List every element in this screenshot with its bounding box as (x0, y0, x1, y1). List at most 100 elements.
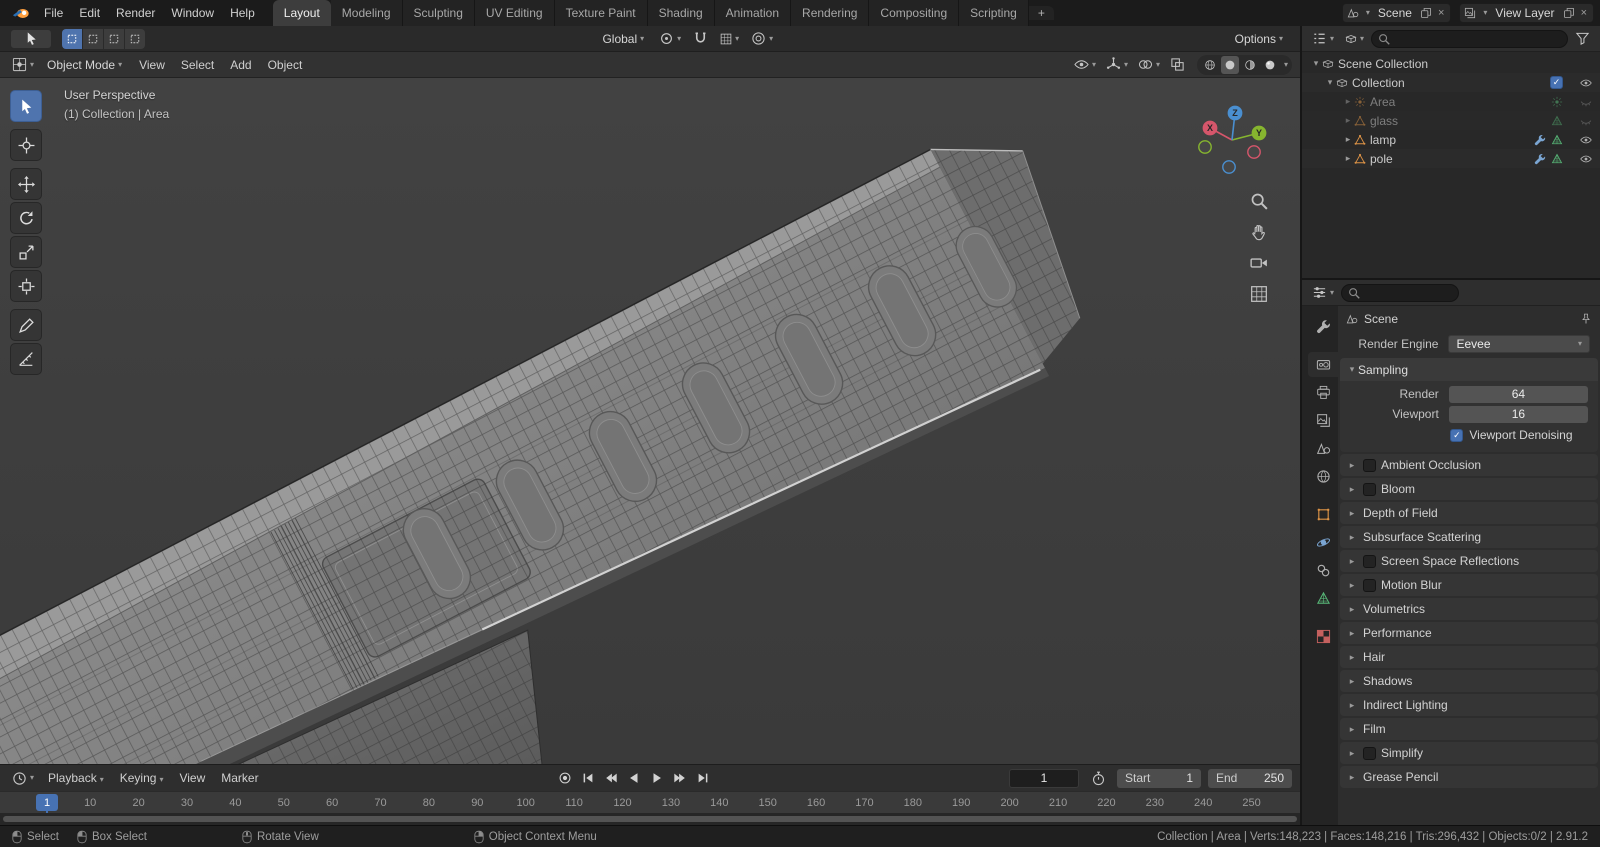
outliner-row-collection[interactable]: ▾ Collection ✓ (1302, 73, 1600, 92)
options-dropdown[interactable]: Options ▾ (1228, 30, 1290, 48)
tool-annotate[interactable] (10, 309, 42, 341)
outliner-search-input[interactable] (1394, 31, 1561, 46)
view-layer-selector[interactable]: ▾ View Layer × (1459, 3, 1594, 23)
expand-icon[interactable]: ▸ (1342, 96, 1354, 107)
property-section-header[interactable]: ▸ Subsurface Scattering (1340, 526, 1598, 548)
viewport-menu-item[interactable]: Select (173, 55, 222, 75)
eye-icon[interactable] (1580, 153, 1592, 165)
select-mode-subtract-button[interactable] (104, 28, 124, 49)
properties-search-box[interactable] (1341, 283, 1460, 302)
snap-toggle-button[interactable] (689, 29, 712, 48)
zoom-button[interactable] (1250, 192, 1268, 210)
timeline-menu-item[interactable]: Playback ▾ (40, 768, 112, 788)
tool-scale[interactable] (10, 236, 42, 268)
property-section-header[interactable]: ▸ Motion Blur (1340, 574, 1598, 596)
tab-tool[interactable] (1308, 314, 1338, 339)
scene-selector[interactable]: ▾ Scene × (1341, 3, 1452, 23)
3d-viewport[interactable]: User Perspective (1) Collection | Area X… (0, 78, 1300, 764)
menu-item[interactable]: File (36, 3, 71, 23)
outliner-row-lamp[interactable]: ▸ lamp (1302, 130, 1600, 149)
orthographic-toggle-button[interactable] (1250, 285, 1268, 303)
select-mode-set-button[interactable] (62, 28, 82, 49)
workspace-tab[interactable]: Sculpting (402, 0, 475, 26)
new-view-layer-icon[interactable] (1563, 7, 1575, 19)
workspace-tab[interactable]: Scripting (959, 0, 1029, 26)
section-checkbox[interactable] (1363, 482, 1376, 496)
collection-exclude-checkbox[interactable]: ✓ (1550, 76, 1563, 89)
timeline-scrollbar[interactable] (3, 816, 1297, 822)
properties-editor-type-dropdown[interactable]: ▾ (1308, 283, 1338, 302)
use-preview-range-button[interactable] (1087, 769, 1110, 788)
tab-object-data[interactable] (1308, 586, 1338, 611)
timeline-menu-item[interactable]: Marker▾ (213, 768, 266, 788)
tab-scene[interactable] (1308, 436, 1338, 461)
tool-transform[interactable] (10, 270, 42, 302)
tab-render[interactable] (1308, 352, 1338, 377)
outliner-row-pole[interactable]: ▸ pole (1302, 149, 1600, 168)
viewport-menu-item[interactable]: Add (222, 55, 259, 75)
workspace-tab[interactable]: Rendering (791, 0, 870, 26)
render-samples-field[interactable]: 64 (1448, 385, 1588, 403)
viewport-denoising-checkbox[interactable]: ✓ (1450, 428, 1464, 442)
tab-world[interactable] (1308, 464, 1338, 489)
property-section-header[interactable]: ▸ Hair (1340, 646, 1598, 668)
property-section-header[interactable]: ▸ Simplify (1340, 742, 1598, 764)
eye-closed-icon[interactable] (1580, 115, 1592, 127)
axis-negative-z-handle[interactable] (1222, 160, 1236, 174)
current-frame-field[interactable]: 1 (1009, 768, 1079, 788)
outliner-display-mode-dropdown[interactable]: ▾ (1341, 31, 1368, 47)
viewport-samples-field[interactable]: 16 (1448, 405, 1588, 423)
eye-icon[interactable] (1580, 77, 1592, 89)
scene-name[interactable]: Scene (1374, 6, 1416, 20)
timeline-ruler[interactable]: 10 20 30 40 50 60 70 80 90 100 110 120 130 140 150 160 1… (0, 791, 1300, 815)
current-frame-indicator[interactable]: 1 (36, 794, 58, 815)
axis-negative-y-handle[interactable] (1198, 140, 1212, 154)
tool-cursor[interactable] (10, 129, 42, 161)
object-type-visibility-dropdown[interactable]: ▾ (1070, 55, 1100, 74)
eye-closed-icon[interactable] (1580, 96, 1592, 108)
frame-start-field[interactable]: Start 1 (1117, 768, 1201, 788)
timeline-editor-type-dropdown[interactable]: ▾ (8, 769, 38, 788)
property-section-header[interactable]: ▸ Grease Pencil (1340, 766, 1598, 788)
render-engine-dropdown[interactable]: Eevee ▾ (1448, 335, 1590, 353)
workspace-tab[interactable]: Layout (272, 0, 331, 26)
tab-constraints[interactable] (1308, 558, 1338, 583)
expand-icon[interactable]: ▸ (1342, 153, 1354, 164)
jump-to-start-button[interactable] (578, 769, 598, 787)
previous-keyframe-button[interactable] (601, 769, 621, 787)
menu-item[interactable]: Edit (71, 3, 108, 23)
tab-physics[interactable] (1308, 530, 1338, 555)
outliner-search-box[interactable] (1371, 29, 1568, 48)
viewport-menu-item[interactable]: Object (260, 55, 311, 75)
expand-icon[interactable]: ▸ (1342, 134, 1354, 145)
property-section-header[interactable]: ▸ Shadows (1340, 670, 1598, 692)
property-section-header[interactable]: ▸ Bloom (1340, 478, 1598, 500)
collapse-icon[interactable]: ▾ (1324, 77, 1336, 88)
properties-search-input[interactable] (1364, 285, 1453, 300)
section-checkbox[interactable] (1363, 554, 1376, 568)
outliner-editor-type-dropdown[interactable]: ▾ (1308, 29, 1338, 48)
add-workspace-button[interactable]: + (1028, 6, 1054, 20)
viewport-canvas[interactable] (0, 78, 1300, 764)
property-section-header[interactable]: ▸ Film (1340, 718, 1598, 740)
camera-view-button[interactable] (1250, 254, 1268, 272)
select-mode-intersect-button[interactable] (125, 28, 145, 49)
tool-rotate[interactable] (10, 202, 42, 234)
section-checkbox[interactable] (1363, 458, 1376, 472)
property-section-header[interactable]: ▸ Indirect Lighting (1340, 694, 1598, 716)
unlink-scene-button[interactable]: × (1436, 7, 1446, 19)
menu-item[interactable]: Help (222, 3, 263, 23)
tool-move[interactable] (10, 168, 42, 200)
show-overlays-dropdown[interactable]: ▾ (1134, 55, 1164, 74)
tab-object[interactable] (1308, 502, 1338, 527)
collapse-icon[interactable]: ▾ (1310, 58, 1322, 69)
tab-texture[interactable] (1308, 624, 1338, 649)
play-button[interactable] (647, 769, 667, 787)
workspace-tab[interactable]: Modeling (330, 0, 403, 26)
timeline-menu-item[interactable]: View▾ (171, 768, 213, 788)
workspace-tab[interactable]: UV Editing (474, 0, 555, 26)
menu-item[interactable]: Window (163, 3, 222, 23)
outliner-row-glass[interactable]: ▸ glass (1302, 111, 1600, 130)
active-tool-button[interactable] (10, 28, 52, 49)
outliner-row-area[interactable]: ▸ Area (1302, 92, 1600, 111)
